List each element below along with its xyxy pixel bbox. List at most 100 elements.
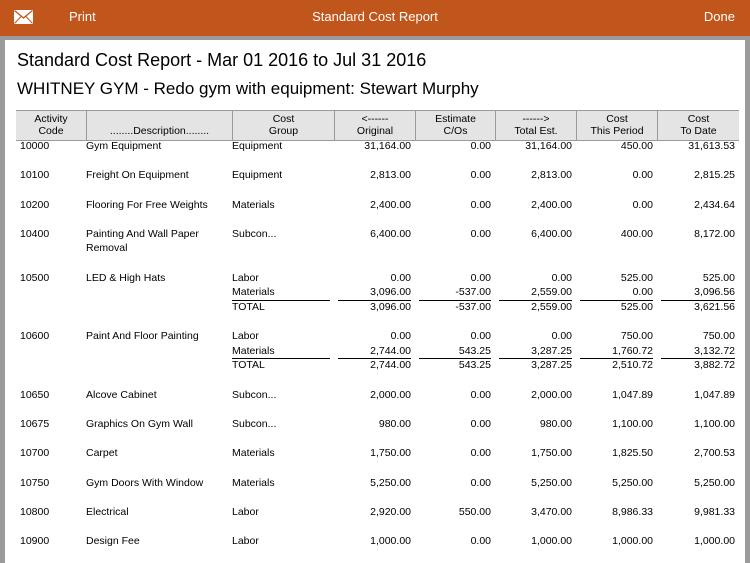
estimate-cos: 543.25 <box>458 344 491 357</box>
cost-to-date: 750.00 <box>702 330 735 343</box>
estimate-cos: 0.00 <box>470 227 491 240</box>
cost-this-period: 0.00 <box>632 286 653 299</box>
description: Gym Equipment <box>86 140 162 152</box>
description: Flooring For Free Weights <box>86 198 208 211</box>
total-est: 1,750.00 <box>531 447 572 460</box>
cost-to-date: 2,434.64 <box>694 198 735 211</box>
table-row[interactable]: 10400 Painting And Wall Paper Removal Subco… <box>16 228 739 257</box>
subtotal-rule <box>661 299 735 301</box>
total-est: 2,559.00 <box>531 286 572 299</box>
table-row[interactable]: 10100 Freight On Equipment Equipment 2,813.… <box>16 169 739 184</box>
description: Gym Doors With Window <box>86 476 204 489</box>
subtotal-rule <box>499 299 572 301</box>
subtotal-rule <box>580 299 653 301</box>
original: 2,744.00 <box>370 359 411 372</box>
column-header-activity-code: Activity Code <box>16 111 86 140</box>
cost-this-period: 1,000.00 <box>612 535 653 548</box>
column-header-line: Cost <box>687 113 710 125</box>
cost-this-period: 750.00 <box>620 330 653 343</box>
done-button[interactable]: Done <box>704 9 735 24</box>
table-row[interactable]: 10500 LED & High Hats Labor 0.00 0.00 0.00 525… <box>16 272 739 316</box>
table-row[interactable]: 10650 Alcove Cabinet Subcon... 2,000.00 0.00… <box>16 389 739 404</box>
column-header-cost-group: Cost Group <box>232 111 334 140</box>
subtotal-rule <box>232 299 330 301</box>
cost-group: Labor <box>232 271 259 284</box>
original: 2,920.00 <box>370 506 411 518</box>
report-page: Standard Cost Report - Mar 01 2016 to Ju… <box>5 40 745 563</box>
table-row[interactable]: 10800 Electrical Labor 2,920.00 550.00 3,470.… <box>16 506 739 521</box>
original: 3,096.00 <box>370 300 411 313</box>
estimate-cos: 550.00 <box>458 506 491 518</box>
description: Removal <box>86 242 128 255</box>
column-header-line: Cost <box>272 113 295 125</box>
column-header-line: Total Est. <box>514 125 558 137</box>
estimate-cos: 0.00 <box>470 271 491 284</box>
estimate-cos: -537.00 <box>455 286 491 299</box>
total-est: 3,287.25 <box>531 359 572 372</box>
activity-code: 10675 <box>20 418 50 431</box>
estimate-cos: 0.00 <box>470 418 491 431</box>
cost-this-period: 1,047.89 <box>612 388 653 401</box>
table-row[interactable]: 10700 Carpet Materials 1,750.00 0.00 1,750.00… <box>16 447 739 462</box>
total-est: 0.00 <box>551 330 572 343</box>
description: Graphics On Gym Wall <box>86 418 193 431</box>
activity-code: 10000 <box>20 140 50 152</box>
estimate-cos: 0.00 <box>470 535 491 548</box>
cost-to-date: 8,172.00 <box>694 227 735 240</box>
cost-to-date: 3,882.72 <box>694 359 735 372</box>
original: 2,813.00 <box>370 169 411 182</box>
estimate-cos: 0.00 <box>470 388 491 401</box>
table-row[interactable]: 10000 Gym Equipment Equipment 31,164.00 0.00… <box>16 140 739 155</box>
subtotal-rule <box>661 358 735 360</box>
cost-this-period: 400.00 <box>620 227 653 240</box>
total-est: 6,400.00 <box>531 227 572 240</box>
top-toolbar: Print Standard Cost Report Done <box>0 0 750 36</box>
column-header-cost-this-period: Cost This Period <box>576 111 657 140</box>
activity-code: 10500 <box>20 271 50 284</box>
total-est: 3,287.25 <box>531 344 572 357</box>
table-row[interactable]: 10600 Paint And Floor Painting Labor 0.00 0.… <box>16 330 739 374</box>
column-header-line: ........Description........ <box>109 125 210 137</box>
original: 2,400.00 <box>370 198 411 211</box>
cost-this-period: 525.00 <box>620 300 653 313</box>
table-row[interactable]: 10675 Graphics On Gym Wall Subcon... 980.00… <box>16 418 739 433</box>
table-row[interactable]: 10900 Design Fee Labor 1,000.00 0.00 1,000.00… <box>16 535 739 550</box>
cost-group: Equipment <box>232 169 283 182</box>
column-header-line: Original <box>356 125 394 137</box>
description: LED & High Hats <box>86 271 166 284</box>
column-header-line: C/Os <box>443 125 468 137</box>
estimate-cos: 0.00 <box>470 198 491 211</box>
cost-this-period: 0.00 <box>632 198 653 211</box>
original: 6,400.00 <box>370 227 411 240</box>
cost-this-period: 1,760.72 <box>612 344 653 357</box>
cost-this-period: 1,100.00 <box>612 418 653 431</box>
column-header-line: This Period <box>590 125 644 137</box>
cost-group: TOTAL <box>232 359 265 372</box>
original: 2,744.00 <box>370 344 411 357</box>
description: Freight On Equipment <box>86 169 189 182</box>
table-row[interactable]: 10200 Flooring For Free Weights Materials 2… <box>16 199 739 214</box>
total-est: 5,250.00 <box>531 476 572 489</box>
estimate-cos: 0.00 <box>470 447 491 460</box>
activity-code: 10200 <box>20 198 50 211</box>
original: 1,000.00 <box>370 535 411 548</box>
description: Paint And Floor Painting <box>86 330 199 343</box>
cost-to-date: 525.00 <box>702 271 735 284</box>
total-est: 980.00 <box>539 418 572 431</box>
estimate-cos: 543.25 <box>458 359 491 372</box>
cost-to-date: 3,621.56 <box>694 300 735 313</box>
activity-code: 10600 <box>20 330 50 343</box>
table-row[interactable]: 10750 Gym Doors With Window Materials 5,250… <box>16 477 739 492</box>
cost-this-period: 5,250.00 <box>612 476 653 489</box>
estimate-cos: 0.00 <box>470 140 491 152</box>
cost-this-period: 0.00 <box>632 169 653 182</box>
column-header-cost-to-date: Cost To Date <box>657 111 739 140</box>
activity-code: 10750 <box>20 476 50 489</box>
original: 1,750.00 <box>370 447 411 460</box>
activity-code: 10700 <box>20 447 50 460</box>
total-est: 3,470.00 <box>531 506 572 518</box>
column-header-original: <------ Original <box>334 111 415 140</box>
column-header-line: Code <box>38 125 64 137</box>
total-est: 2,813.00 <box>531 169 572 182</box>
estimate-cos: 0.00 <box>470 169 491 182</box>
